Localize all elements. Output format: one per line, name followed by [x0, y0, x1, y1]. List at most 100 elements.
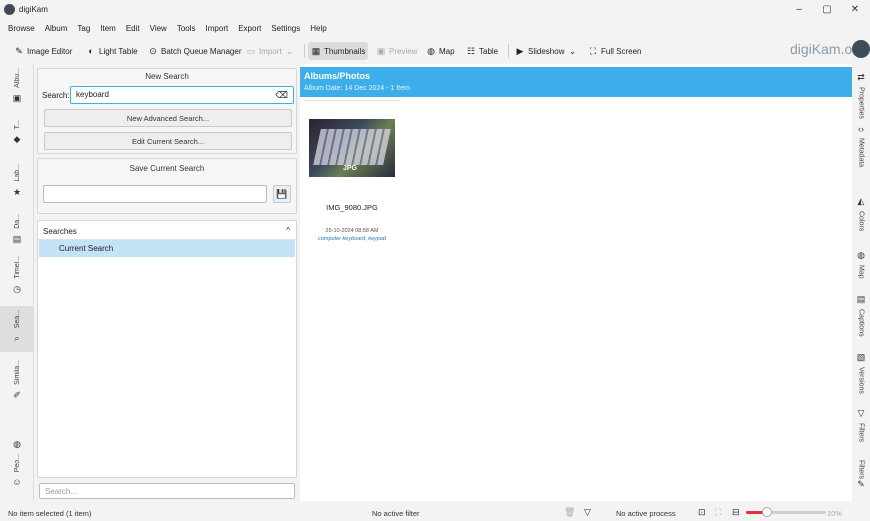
tab-versions[interactable]: ▧ Versions	[852, 352, 870, 394]
collapse-icon[interactable]: ^	[286, 226, 290, 235]
tab-properties[interactable]: ⇄ Properties	[852, 72, 870, 119]
tab-tags[interactable]: T... ◆	[0, 120, 34, 145]
table-button[interactable]: ☷ Table	[466, 42, 498, 60]
status-bar: No item selected (1 item) No active filt…	[0, 505, 870, 521]
save-search-name-input[interactable]	[43, 185, 267, 203]
tab-dates[interactable]: Da... ▤	[0, 214, 34, 245]
globe-icon: ◍	[427, 46, 435, 56]
filter-status: No active filter	[372, 509, 420, 518]
maximize-button[interactable]: ▢	[814, 3, 840, 17]
zoom-slider-handle[interactable]	[762, 507, 772, 517]
zoom-fullscreen-icon[interactable]: ⛶	[715, 507, 721, 518]
globe-icon: ◍	[857, 250, 865, 260]
menu-tools[interactable]: Tools	[172, 20, 201, 38]
save-search-title: Save Current Search	[129, 164, 205, 173]
list-item[interactable]: Current Search	[39, 240, 295, 257]
close-button[interactable]: ✕	[842, 3, 868, 17]
thumbnail-item[interactable]: JPG IMG_9080.JPG 25-10-2024 08:58 AM com…	[304, 100, 400, 250]
new-advanced-search-button[interactable]: New Advanced Search...	[44, 109, 292, 127]
trash-icon[interactable]: 🗑	[564, 507, 575, 518]
batch-queue-button[interactable]: ⊙ Batch Queue Manager	[148, 42, 241, 60]
jpg-badge: JPG	[343, 165, 358, 172]
table-icon: ☷	[466, 46, 476, 56]
pencil-icon: ✎	[15, 46, 23, 56]
menu-album[interactable]: Album	[40, 20, 73, 38]
tag-icon: ◆	[13, 134, 21, 145]
star-icon: ★	[12, 186, 22, 197]
preview-label: Preview	[389, 46, 418, 56]
tab-map[interactable]: ◍ Map	[852, 250, 870, 279]
map-label: Map	[439, 46, 455, 56]
menu-help[interactable]: Help	[305, 20, 331, 38]
globe-icon: ◍	[13, 439, 21, 449]
tab-colors[interactable]: ◭ Colors	[852, 196, 870, 231]
tab-versions-label: Versions	[857, 367, 865, 394]
full-screen-label: Full Screen	[601, 46, 642, 56]
thumbnails-icon: ▦	[311, 46, 321, 56]
menu-settings[interactable]: Settings	[266, 20, 305, 38]
tab-labels-label: Lab...	[13, 164, 21, 182]
menu-edit[interactable]: Edit	[121, 20, 145, 38]
menu-item[interactable]: Item	[95, 20, 121, 38]
tab-filters[interactable]: ▽ Filters	[852, 408, 870, 442]
import-button[interactable]: ▭ Import ⌄	[246, 42, 295, 60]
tab-albums[interactable]: Albu... ▣	[0, 68, 34, 104]
calendar-icon: ▤	[12, 233, 22, 244]
tab-metadata[interactable]: ‹› Metadata	[852, 124, 870, 167]
code-icon: ‹›	[858, 124, 864, 134]
tab-people[interactable]: Peo... ☺	[0, 454, 34, 487]
save-search-panel: Save Current Search 💾	[37, 158, 297, 214]
menu-tag[interactable]: Tag	[72, 20, 95, 38]
tab-timeline[interactable]: Timel... ◷	[0, 256, 34, 295]
search-label: Search:	[42, 91, 70, 100]
tab-labels[interactable]: Lab... ★	[0, 164, 34, 198]
menu-view[interactable]: View	[145, 20, 172, 38]
tab-search[interactable]: Sea... ⌕	[0, 306, 34, 352]
save-icon[interactable]: 💾	[273, 185, 291, 203]
tab-dates-label: Da...	[13, 214, 21, 229]
image-editor-button[interactable]: ✎ Image Editor	[14, 42, 72, 60]
tab-similarity[interactable]: Simila... ✐	[0, 360, 34, 401]
tab-image-filters[interactable]: Filters ✎	[852, 456, 870, 490]
chevron-down-icon: ⌄	[568, 46, 577, 56]
search-input[interactable]: keyboard ⌫	[70, 86, 294, 104]
info-icon: ⇄	[857, 72, 865, 82]
toolbar-divider	[304, 44, 305, 58]
light-table-button[interactable]: ◐ Light Table	[86, 42, 137, 60]
slideshow-icon: ▶	[516, 46, 524, 56]
zoom-fit-icon[interactable]: ⊡	[698, 507, 706, 518]
tab-captions[interactable]: ▤ Captions	[852, 294, 870, 337]
color-drop-icon: ◭	[857, 196, 865, 206]
minimize-button[interactable]: –	[786, 3, 812, 17]
toolbar-divider	[508, 44, 509, 58]
edit-current-search-button[interactable]: Edit Current Search...	[44, 132, 292, 150]
item-tags: computer keyboard, keypad	[318, 236, 386, 242]
tab-similarity-label: Simila...	[13, 360, 21, 385]
clear-input-icon[interactable]: ⌫	[275, 87, 288, 103]
tab-map-search[interactable]: ◍	[0, 434, 34, 450]
slideshow-button[interactable]: ▶ Slideshow ⌄	[515, 42, 577, 60]
thumbnails-button[interactable]: ▦ Thumbnails	[308, 42, 369, 60]
map-button[interactable]: ◍ Map	[426, 42, 455, 60]
album-subtitle: Album Date: 14 Dec 2024 - 1 Item	[304, 85, 410, 92]
preview-icon: ▣	[376, 46, 386, 56]
zoom-value: 10%	[827, 509, 843, 518]
menu-browse[interactable]: Browse	[0, 20, 40, 38]
full-screen-button[interactable]: ⛶ Full Screen	[588, 42, 642, 60]
filter-icon[interactable]: ▽	[584, 507, 591, 518]
filter-icon: ▽	[857, 408, 865, 418]
preview-button[interactable]: ▣ Preview	[376, 42, 418, 60]
search-side-panel: New Search Search: keyboard ⌫ New Advanc…	[37, 64, 300, 501]
filter-search-input[interactable]: Search...	[39, 483, 295, 499]
fullscreen-icon: ⛶	[589, 46, 597, 56]
zoom-slider[interactable]	[746, 507, 826, 517]
digikam-logo	[852, 40, 870, 58]
menu-import[interactable]: Import	[201, 20, 234, 38]
new-search-title: New Search	[145, 72, 189, 81]
menu-export[interactable]: Export	[233, 20, 266, 38]
tab-people-label: Peo...	[13, 454, 21, 473]
thumbnail-image[interactable]: JPG	[309, 119, 395, 177]
chevron-down-icon: ⌄	[285, 46, 294, 56]
tab-albums-label: Albu...	[13, 68, 21, 88]
zoom-out-icon[interactable]: ⊟	[732, 507, 740, 518]
